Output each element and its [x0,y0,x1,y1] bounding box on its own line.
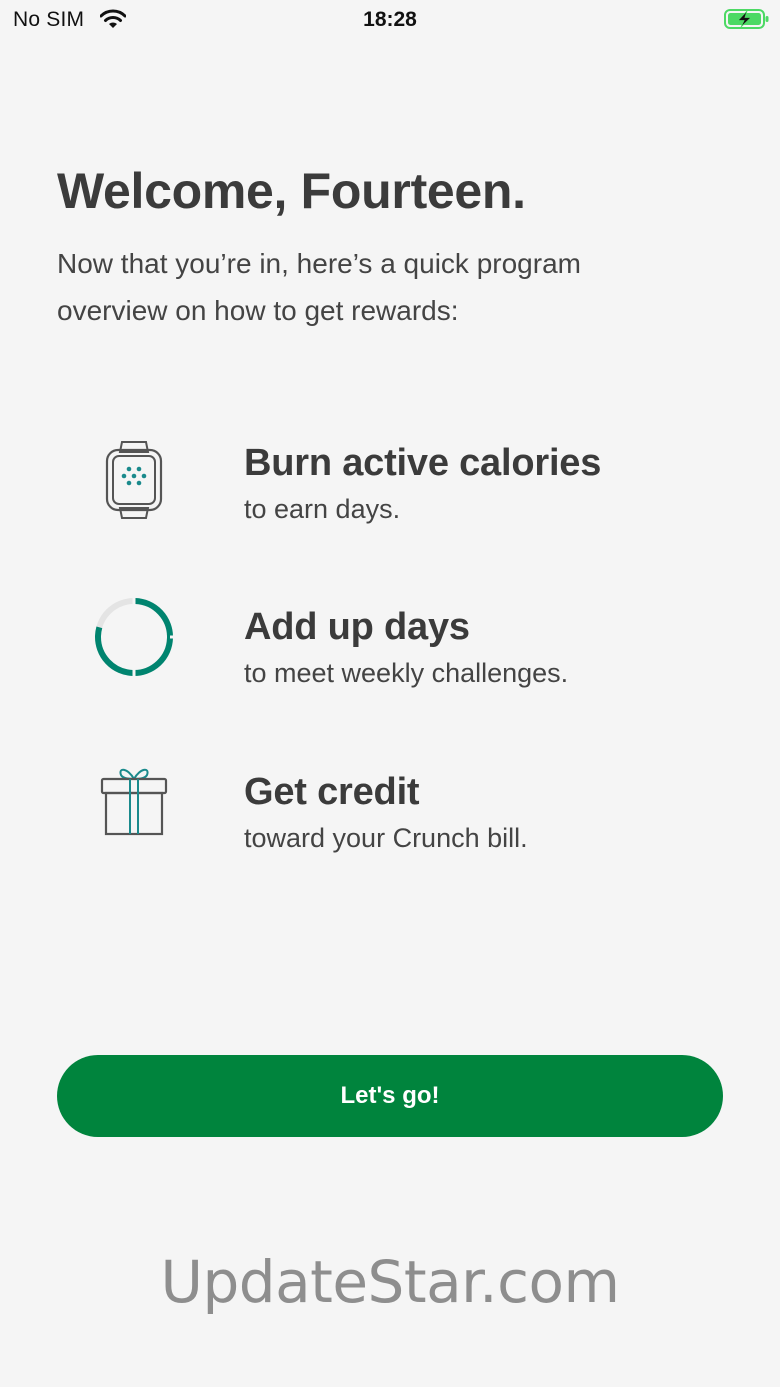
gift-icon [88,763,180,855]
intro-text: Now that you’re in, here’s a quick progr… [57,248,581,326]
smartwatch-icon [88,434,180,526]
battery-charging-icon [724,8,770,35]
feature-title: Add up days [244,606,470,648]
progress-ring-icon [88,598,180,690]
feature-title: Burn active calories [244,442,602,484]
feature-description: toward your Crunch bill. [244,823,528,853]
watermark: UpdateStar.com [160,1248,620,1316]
page-title: Welcome, Fourteen. [57,163,526,219]
feature-burn-calories: Burn active calories to earn days. [0,434,780,544]
status-clock: 18:28 [363,8,417,31]
feature-add-up-days: Add up days to meet weekly challenges. [0,598,780,708]
status-bar: No SIM 18:28 [0,0,780,40]
feature-title: Get credit [244,771,420,813]
feature-description: to meet weekly challenges. [244,658,569,688]
lets-go-button[interactable]: Let's go! [57,1055,723,1137]
feature-description: to earn days. [244,494,401,524]
feature-get-credit: Get credit toward your Crunch bill. [0,763,780,873]
